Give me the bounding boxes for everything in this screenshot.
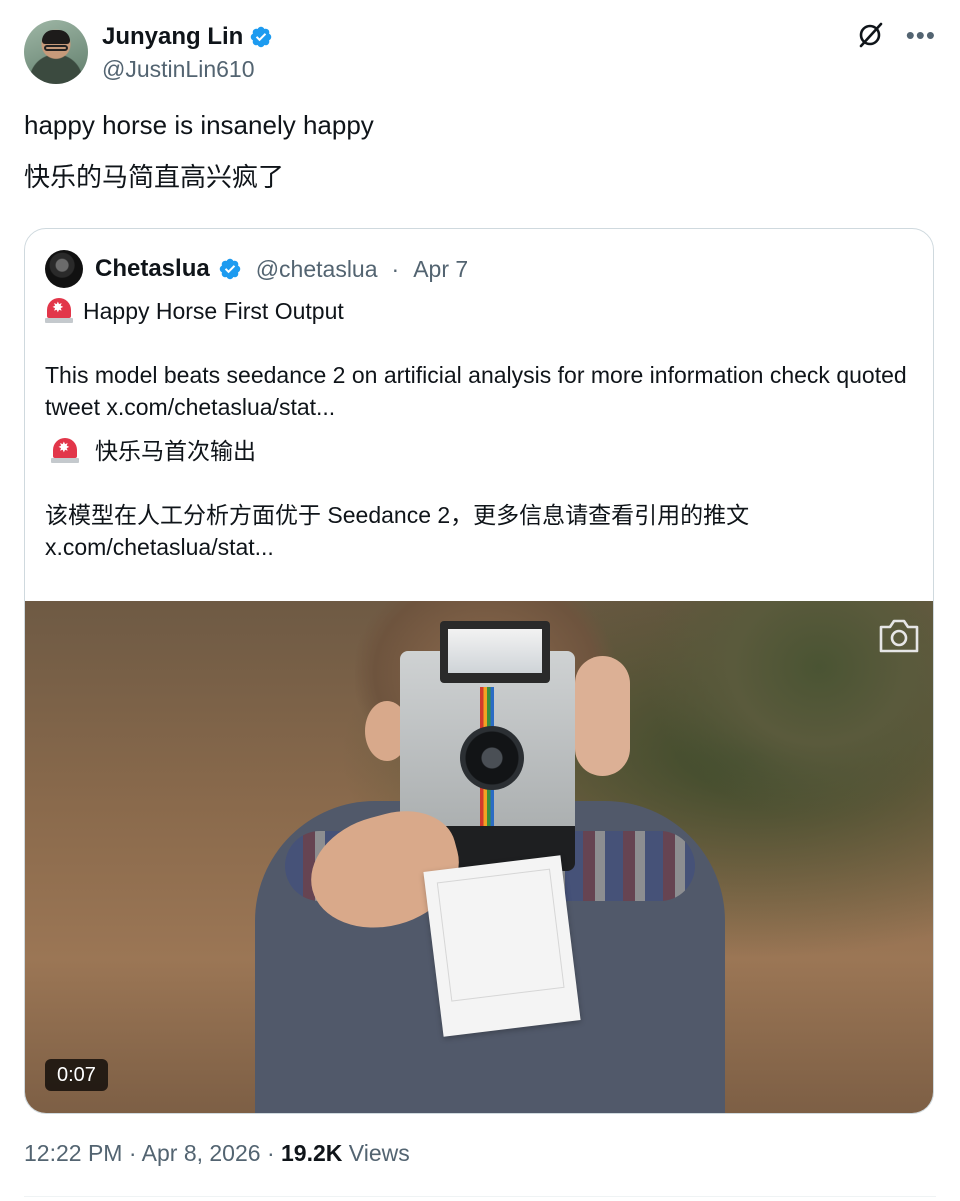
quoted-author-name[interactable]: Chetaslua <box>95 255 210 283</box>
footer-separator: · <box>128 1140 137 1166</box>
views-count[interactable]: 19.2K <box>281 1140 342 1166</box>
quoted-tweet-date[interactable]: Apr 7 <box>413 256 468 283</box>
siren-base <box>51 458 79 463</box>
avatar-hair <box>42 30 70 44</box>
siren-base <box>45 318 73 323</box>
quoted-tweet-body: ✸ Happy Horse First Output This model be… <box>45 295 915 563</box>
avatar-glasses <box>44 45 68 51</box>
quoted-tweet-header: Chetaslua @chetaslua · Apr 7 <box>45 249 468 289</box>
photo-frame <box>436 868 565 1002</box>
verified-badge-icon <box>219 258 240 280</box>
rotating-light-icon: ✸ <box>45 298 73 324</box>
tweet-header: Junyang Lin @JustinLin610 ••• <box>24 18 936 88</box>
author-name-row: Junyang Lin <box>102 22 273 52</box>
quoted-title-en-row: ✸ Happy Horse First Output <box>45 295 915 327</box>
author-avatar[interactable] <box>24 20 88 84</box>
meta-separator: · <box>391 255 400 282</box>
video-duration-badge: 0:07 <box>45 1059 108 1091</box>
quoted-tweet[interactable]: Chetaslua @chetaslua · Apr 7 ✸ Happy Hor… <box>24 228 934 1114</box>
tweet-time[interactable]: 12:22 PM <box>24 1140 122 1166</box>
tweet-line-zh: 快乐的马简直高兴疯了 <box>24 162 285 192</box>
tweet-actions-top: ••• <box>856 20 936 50</box>
quoted-title-zh-row: ✸ 快乐马首次输出 <box>45 435 915 467</box>
verified-badge-icon <box>251 26 272 48</box>
author-name[interactable]: Junyang Lin <box>102 23 243 51</box>
quoted-title-zh: 快乐马首次输出 <box>95 438 256 464</box>
quoted-author-handle[interactable]: @chetaslua <box>256 256 378 283</box>
author-handle[interactable]: @JustinLin610 <box>102 56 273 83</box>
camera-flash-panel <box>448 629 542 673</box>
quoted-title-en: Happy Horse First Output <box>83 298 344 324</box>
tweet-text: happy horse is insanely happy 快乐的马简直高兴疯了 <box>24 108 924 212</box>
quoted-body-en: This model beats seedance 2 on artificia… <box>45 362 907 420</box>
video-player[interactable]: 0:07 <box>25 601 933 1113</box>
quoted-body-zh-link[interactable]: x.com/chetaslua/stat... <box>45 531 915 563</box>
footer-separator: · <box>266 1140 275 1166</box>
video-child-hand-right <box>575 656 630 776</box>
camera-lens <box>460 726 524 790</box>
rotating-light-icon: ✸ <box>51 438 79 464</box>
tweet-date[interactable]: Apr 8, 2026 <box>142 1140 261 1166</box>
footer-divider <box>24 1196 936 1197</box>
video-instant-camera <box>400 621 575 871</box>
views-label: Views <box>348 1140 410 1166</box>
tweet-footer: 12:22 PM · Apr 8, 2026 · 19.2K Views <box>24 1140 410 1167</box>
quoted-body-zh: 该模型在人工分析方面优于 Seedance 2，更多信息请查看引用的推文 <box>45 502 750 528</box>
tweet-line-en: happy horse is insanely happy <box>24 110 374 140</box>
camera-flash <box>440 621 550 683</box>
video-instant-photo <box>423 855 581 1037</box>
author-info: Junyang Lin @JustinLin610 <box>102 22 273 83</box>
siren-star: ✸ <box>52 299 64 315</box>
camera-icon <box>879 619 919 653</box>
siren-star: ✸ <box>58 439 70 455</box>
grok-icon[interactable] <box>856 20 886 50</box>
more-icon[interactable]: ••• <box>906 20 936 50</box>
quoted-author-avatar[interactable] <box>45 250 83 288</box>
